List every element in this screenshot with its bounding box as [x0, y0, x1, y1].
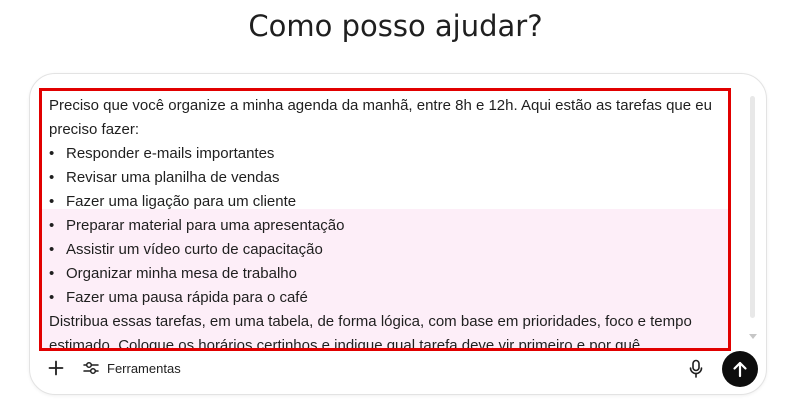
chat-page: Como posso ajudar? Preciso que você orga… — [0, 0, 791, 411]
scrollbar[interactable] — [750, 96, 755, 318]
bullet: • — [49, 289, 55, 306]
bullet: • — [49, 145, 55, 162]
bullet: • — [49, 169, 55, 186]
page-title: Como posso ajudar? — [248, 9, 543, 43]
arrow-up-icon — [733, 361, 747, 378]
task-list-item: • Fazer uma pausa rápida para o café — [49, 286, 728, 310]
task-list-item: • Assistir um vídeo curto de capacitação — [49, 238, 728, 262]
task-list-item: • Preparar material para uma apresentaçã… — [49, 214, 728, 238]
prompt-textarea[interactable]: Preciso que você organize a minha agenda… — [39, 88, 731, 351]
task-label: Assistir um vídeo curto de capacitação — [66, 241, 323, 258]
task-list-item: • Responder e-mails importantes — [49, 142, 728, 166]
tools-button[interactable]: Ferramentas — [82, 356, 181, 380]
task-list-item: • Revisar uma planilha de vendas — [49, 166, 728, 190]
sliders-icon — [83, 361, 99, 375]
bullet: • — [49, 241, 55, 258]
task-label: Preparar material para uma apresentação — [66, 217, 345, 234]
bullet: • — [49, 217, 55, 234]
task-label: Organizar minha mesa de trabalho — [66, 265, 297, 282]
microphone-icon — [689, 359, 703, 378]
tools-label: Ferramentas — [107, 360, 181, 376]
prompt-line: Distribua essas tarefas, em uma tabela, … — [49, 313, 692, 330]
task-list-item: • Organizar minha mesa de trabalho — [49, 262, 728, 286]
task-label: Fazer uma ligação para um cliente — [66, 193, 297, 210]
add-button[interactable] — [43, 355, 69, 381]
plus-icon — [48, 360, 64, 376]
task-label: Revisar uma planilha de vendas — [66, 169, 280, 186]
prompt-composer: Preciso que você organize a minha agenda… — [29, 73, 767, 395]
bullet: • — [49, 193, 55, 210]
prompt-text: Preciso que você organize a minha agenda… — [42, 91, 728, 348]
bullet: • — [49, 265, 55, 282]
task-label: Fazer uma pausa rápida para o café — [66, 289, 308, 306]
task-label: Responder e-mails importantes — [66, 145, 275, 162]
task-list-item: • Fazer uma ligação para um cliente — [49, 190, 728, 214]
send-button[interactable] — [722, 351, 758, 387]
prompt-line: Preciso que você organize a minha agenda… — [49, 97, 712, 114]
composer-toolbar: Ferramentas — [30, 346, 766, 394]
scroll-down-icon[interactable] — [749, 334, 757, 339]
voice-input-button[interactable] — [684, 356, 708, 382]
prompt-line: preciso fazer: — [49, 121, 140, 138]
